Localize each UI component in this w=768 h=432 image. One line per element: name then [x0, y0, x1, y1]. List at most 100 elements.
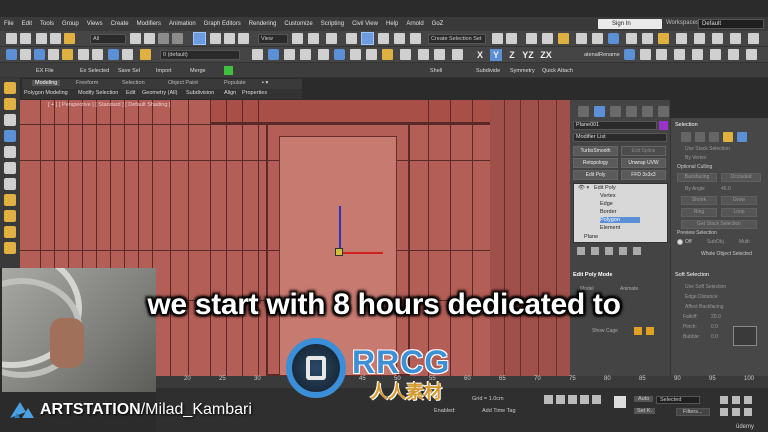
- render-production-icon[interactable]: [658, 33, 669, 44]
- turbosmooth-button[interactable]: TurboSmooth: [573, 146, 618, 156]
- modifier-icon[interactable]: [4, 130, 16, 142]
- subdivide-button[interactable]: Subdivide: [476, 68, 500, 74]
- cage-color-swatch[interactable]: [634, 327, 642, 335]
- pivot-center-icon[interactable]: [292, 33, 303, 44]
- stack-item-element[interactable]: Element: [600, 225, 620, 231]
- axis-x-button[interactable]: X: [474, 49, 486, 61]
- select-icon[interactable]: [4, 114, 16, 126]
- curve-editor-icon[interactable]: [576, 33, 587, 44]
- layers-icon[interactable]: [20, 49, 31, 60]
- home-icon[interactable]: [730, 33, 741, 44]
- axis-y-button[interactable]: Y: [490, 49, 502, 61]
- symmetry-button[interactable]: Symmetry: [510, 68, 535, 74]
- tab-freeform[interactable]: Freeform: [76, 80, 98, 86]
- edit-poly-button[interactable]: Edit Poly: [573, 170, 618, 180]
- expand-toolbar-icon[interactable]: [746, 49, 757, 60]
- zoom-all-icon[interactable]: [732, 396, 740, 404]
- freeze-icon[interactable]: [92, 49, 103, 60]
- angle-snap-icon[interactable]: [361, 32, 374, 45]
- menu-graph-editors[interactable]: Graph Editors: [200, 21, 245, 27]
- redo-icon[interactable]: [20, 33, 31, 44]
- stack-item-vertex[interactable]: Vertex: [600, 193, 616, 199]
- key-filters-button[interactable]: Filters...: [676, 408, 710, 416]
- toggle-ribbon-icon[interactable]: [558, 33, 569, 44]
- constraint-icon[interactable]: [434, 49, 445, 60]
- green-square-icon[interactable]: [224, 66, 233, 75]
- ribbon-edit[interactable]: Edit: [126, 90, 135, 96]
- schematic-view-icon[interactable]: [592, 33, 603, 44]
- zoom-icon[interactable]: [720, 396, 728, 404]
- ribbon-modify-selection[interactable]: Modify Selection: [78, 90, 118, 96]
- element-mode-icon[interactable]: [737, 132, 747, 142]
- lock-icon[interactable]: [62, 49, 73, 60]
- ribbon-properties[interactable]: Properties: [242, 90, 267, 96]
- folder-icon[interactable]: [712, 33, 723, 44]
- utilities-tab-icon[interactable]: [658, 106, 669, 117]
- helper-icon[interactable]: [710, 49, 721, 60]
- gizmo-y-axis[interactable]: [339, 206, 341, 252]
- ribbon-options-icon[interactable]: ▪ ▾: [262, 80, 268, 86]
- merge-button[interactable]: Merge: [190, 68, 206, 74]
- menu-group[interactable]: Group: [58, 21, 83, 27]
- keyboard-shortcut-icon[interactable]: [326, 33, 337, 44]
- shell-button[interactable]: Shell: [430, 68, 442, 74]
- edit-named-selection-icon[interactable]: [410, 33, 421, 44]
- modify-tab-icon[interactable]: [594, 106, 605, 117]
- undo-icon[interactable]: [6, 33, 17, 44]
- vertex-mode-icon[interactable]: [681, 132, 691, 142]
- select-object-icon[interactable]: [130, 33, 141, 44]
- material-editor-icon[interactable]: [608, 33, 619, 44]
- tab-selection[interactable]: Selection: [122, 80, 145, 86]
- menu-goz[interactable]: GoZ: [428, 21, 448, 27]
- epm-show-cage[interactable]: Show Cage: [592, 328, 618, 334]
- hierarchy-tab-icon[interactable]: [610, 106, 621, 117]
- by-vertex-option[interactable]: By Vertex: [685, 155, 706, 161]
- quick-attach-button[interactable]: Quick Attach: [542, 68, 573, 74]
- sign-in-button[interactable]: Sign In: [598, 19, 662, 29]
- key-icon[interactable]: [48, 49, 59, 60]
- named-selection-dropdown[interactable]: Create Selection Set: [428, 34, 486, 44]
- clapper-icon[interactable]: [4, 194, 16, 206]
- clone-icon[interactable]: [382, 49, 393, 60]
- menu-customize[interactable]: Customize: [280, 21, 316, 27]
- select-layer-icon[interactable]: [284, 49, 295, 60]
- select-rotate-icon[interactable]: [210, 33, 221, 44]
- selection-filter-dropdown[interactable]: All: [90, 34, 126, 44]
- occluded-button[interactable]: Occluded: [721, 173, 761, 182]
- spacing-icon[interactable]: [366, 49, 377, 60]
- box-icon[interactable]: [4, 98, 16, 110]
- save-sel-button[interactable]: Save Sel: [118, 68, 140, 74]
- percent-snap-icon[interactable]: [378, 33, 389, 44]
- align-icon[interactable]: [506, 33, 517, 44]
- ribbon-polygon-modeling[interactable]: Polygon Modeling: [24, 90, 68, 96]
- menu-edit[interactable]: Edit: [18, 21, 36, 27]
- by-angle-option[interactable]: By Angle: [685, 186, 705, 192]
- workspace-dropdown[interactable]: Default: [698, 19, 764, 29]
- select-by-name-icon[interactable]: [144, 33, 155, 44]
- menu-help[interactable]: Help: [382, 21, 402, 27]
- soft-selection-header[interactable]: Soft Selection: [675, 272, 709, 278]
- make-unique-icon[interactable]: [605, 247, 613, 255]
- bind-space-warp-icon[interactable]: [64, 33, 75, 44]
- menu-tools[interactable]: Tools: [36, 21, 58, 27]
- use-stack-selection[interactable]: Use Stack Selection: [685, 146, 730, 152]
- batch-render-icon[interactable]: [656, 49, 667, 60]
- stack-item-polygon[interactable]: Polygon: [600, 217, 640, 223]
- layer-explorer-icon[interactable]: [542, 33, 553, 44]
- ffd-button[interactable]: FFD 3x3x3: [621, 170, 666, 180]
- shrink-button[interactable]: Shrink: [681, 196, 717, 205]
- freeze-layer-icon[interactable]: [334, 49, 345, 60]
- window-crossing-icon[interactable]: [172, 33, 183, 44]
- pinch-value[interactable]: 0.0: [711, 324, 718, 330]
- preview-off-radio[interactable]: [677, 239, 683, 245]
- layer-dropdown[interactable]: 0 (default): [160, 50, 240, 60]
- rename-objects-icon[interactable]: [624, 49, 635, 60]
- stack-item-border[interactable]: Border: [600, 209, 617, 215]
- tab-object-paint[interactable]: Object Paint: [168, 80, 198, 86]
- play-icon[interactable]: [568, 395, 577, 404]
- axis-zx-button[interactable]: ZX: [540, 49, 552, 61]
- set-key-icon[interactable]: [614, 396, 626, 408]
- tshirt-icon[interactable]: [34, 49, 45, 60]
- camera-left-icon[interactable]: [4, 178, 16, 190]
- set-key-button[interactable]: Set K.: [634, 408, 655, 414]
